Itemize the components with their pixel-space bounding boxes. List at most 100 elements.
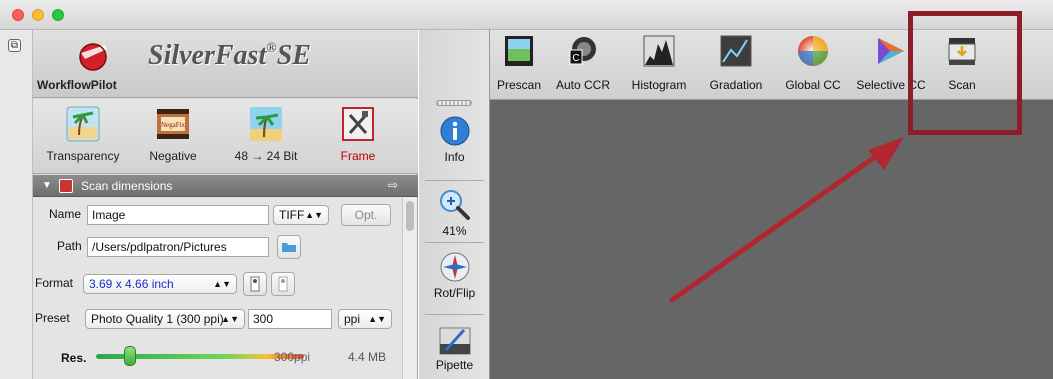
- file-size: 4.4 MB: [348, 350, 387, 364]
- app-brand: SilverFast®SE: [148, 40, 311, 72]
- path-label: Path: [57, 239, 82, 253]
- preset-value: Photo Quality 1 (300 ppi): [91, 312, 224, 326]
- collapse-triangle-icon[interactable]: ▼: [42, 180, 52, 191]
- updown-icon: ▲▼: [221, 314, 239, 324]
- window-titlebar: [0, 0, 1053, 30]
- brand-mark: ®: [266, 40, 277, 56]
- name-field[interactable]: Image: [87, 205, 269, 225]
- info-icon: [440, 116, 469, 146]
- mode-label: Negative: [149, 149, 197, 163]
- bitdepth-icon: [250, 107, 282, 141]
- section-title: Scan dimensions: [81, 179, 173, 193]
- updown-icon: ▲▼: [213, 279, 231, 289]
- opt-button[interactable]: Opt.: [341, 204, 391, 226]
- resolution-slider-knob[interactable]: [124, 346, 136, 366]
- filetype-value: TIFF: [279, 208, 305, 222]
- panel-scrollbar[interactable]: [402, 197, 417, 379]
- updown-icon: ▲▼: [368, 314, 386, 324]
- transparency-icon: [66, 106, 100, 142]
- updown-icon: ▲▼: [305, 210, 323, 220]
- selective-cc-icon: [878, 38, 904, 64]
- tool-info[interactable]: Info: [419, 114, 490, 164]
- settings-panel: WorkflowPilot SilverFast®SE Transparency…: [33, 30, 418, 379]
- toolbar-label: Global CC: [785, 78, 841, 92]
- global-cc-icon: [798, 36, 828, 66]
- landscape-icon: [278, 276, 288, 292]
- name-label: Name: [49, 207, 82, 221]
- svg-text:C: C: [572, 53, 579, 64]
- preset-label: Preset: [35, 311, 70, 325]
- negafix-icon: NegaFix: [157, 109, 189, 139]
- path-field[interactable]: /Users/pdlpatron/Pictures: [87, 237, 269, 257]
- toolbar-gradation[interactable]: Gradation: [702, 34, 770, 92]
- landscape-button[interactable]: [271, 272, 295, 296]
- scan-button-highlight: [908, 11, 1022, 135]
- frame-tools-icon: [342, 107, 374, 141]
- tool-label: Info: [444, 150, 465, 164]
- mode-bitdepth[interactable]: 48 → 24 Bit: [221, 105, 311, 163]
- portrait-button[interactable]: [243, 272, 267, 296]
- toolbar-label: Prescan: [496, 78, 542, 92]
- window-mode-icon[interactable]: ⧉: [8, 39, 21, 52]
- mode-frame[interactable]: Frame: [313, 105, 403, 163]
- gradation-icon: [720, 35, 752, 67]
- divider: [425, 180, 484, 181]
- scan-dimensions-icon: [59, 179, 73, 193]
- toolbar-prescan[interactable]: Prescan: [494, 34, 544, 92]
- scan-dimensions-header[interactable]: ▼ Scan dimensions ⇨: [33, 175, 418, 197]
- left-edge-bar: ⧉: [0, 30, 33, 379]
- format-value: 3.69 x 4.66 inch: [89, 277, 174, 291]
- tool-label: 41%: [442, 224, 467, 238]
- tool-label: Pipette: [435, 358, 474, 372]
- format-label: Format: [35, 276, 74, 290]
- mode-negative[interactable]: NegaFix Negative: [128, 105, 218, 163]
- compass-icon: [440, 252, 469, 282]
- scan-mode-bar: Transparency NegaFix Negative 48 → 24 Bi…: [33, 99, 418, 174]
- brand-name: SilverFast: [148, 40, 267, 71]
- export-icon[interactable]: ⇨: [388, 178, 398, 192]
- preview-canvas[interactable]: [490, 100, 1053, 379]
- pipette-icon: [439, 327, 470, 355]
- tool-zoom[interactable]: 41%: [419, 188, 490, 238]
- toolbar-global-cc[interactable]: Global CC: [780, 34, 846, 92]
- mode-label: 48 → 24 Bit: [234, 149, 298, 163]
- divider: [425, 242, 484, 243]
- res-label: Res.: [61, 351, 87, 365]
- workflow-pilot-label: WorkflowPilot: [37, 78, 117, 92]
- toolbar-auto-ccr[interactable]: C Auto CCR: [550, 34, 616, 92]
- tool-pipette[interactable]: Pipette: [419, 322, 490, 372]
- brand-suffix: SE: [276, 40, 311, 71]
- workflow-pilot-icon[interactable]: [73, 35, 113, 75]
- auto-ccr-icon: C: [569, 37, 596, 65]
- folder-icon: [282, 243, 296, 252]
- toolbar-label: Gradation: [709, 78, 763, 92]
- preset-select[interactable]: Photo Quality 1 (300 ppi) ▲▼: [85, 309, 245, 329]
- folder-button[interactable]: [277, 235, 301, 259]
- mode-transparency[interactable]: Transparency: [38, 105, 128, 163]
- histogram-icon: [643, 35, 675, 67]
- mode-label: Frame: [340, 149, 376, 163]
- res-value: 300ppi: [274, 350, 311, 364]
- toolbar-histogram[interactable]: Histogram: [626, 34, 692, 92]
- tool-strip: Info 41% Rot/Flip Pipette: [419, 30, 490, 379]
- prescan-icon: [505, 36, 533, 66]
- unit-value: ppi: [344, 312, 361, 326]
- tool-rotflip[interactable]: Rot/Flip: [419, 250, 490, 300]
- scan-dimensions-form: Name Image TIFF ▲▼ Opt. Path /Users/pdlpa…: [33, 197, 403, 379]
- unit-select[interactable]: ppi ▲▼: [338, 309, 392, 329]
- filetype-select[interactable]: TIFF ▲▼: [273, 205, 329, 225]
- format-select[interactable]: 3.69 x 4.66 inch ▲▼: [83, 274, 237, 294]
- minimize-button[interactable]: [32, 9, 44, 21]
- mode-label: Transparency: [46, 149, 120, 163]
- zoom-button[interactable]: [52, 9, 64, 21]
- tool-label: Rot/Flip: [433, 286, 476, 300]
- panel-header: WorkflowPilot SilverFast®SE: [33, 30, 418, 98]
- tool-strip-grip[interactable]: [436, 100, 472, 106]
- scrollbar-thumb[interactable]: [406, 201, 414, 231]
- zoom-icon: [439, 190, 470, 220]
- toolbar-label: Histogram: [631, 78, 687, 92]
- divider: [425, 314, 484, 315]
- toolbar-label: Auto CCR: [555, 78, 611, 92]
- close-button[interactable]: [12, 9, 24, 21]
- ppi-field[interactable]: 300: [248, 309, 332, 329]
